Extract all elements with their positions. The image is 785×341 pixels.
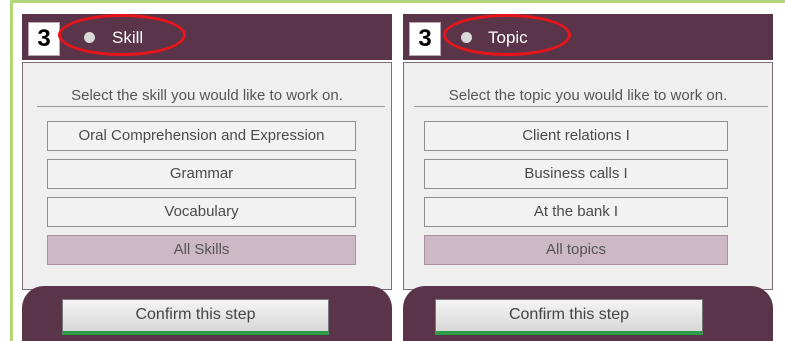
option-grammar-button[interactable]: Grammar — [47, 159, 356, 189]
option-all-skills-button[interactable]: All Skills — [47, 235, 356, 265]
option-all-topics-button[interactable]: All topics — [424, 235, 728, 265]
option-vocabulary-button[interactable]: Vocabulary — [47, 197, 356, 227]
prompt-divider — [37, 106, 385, 107]
topic-prompt: Select the topic you would like to work … — [448, 87, 728, 104]
option-oral-comprehension-button[interactable]: Oral Comprehension and Expression — [47, 121, 356, 151]
option-client-relations-button[interactable]: Client relations I — [424, 121, 728, 151]
step-number: 3 — [409, 22, 441, 56]
option-business-calls-button[interactable]: Business calls I — [424, 159, 728, 189]
option-at-the-bank-button[interactable]: At the bank I — [424, 197, 728, 227]
skill-panel: 3 Skill Select the skill you would like … — [22, 14, 392, 341]
highlight-ring — [58, 14, 186, 56]
frame-left-border — [10, 0, 13, 341]
skill-panel-footer: Confirm this step — [22, 286, 392, 341]
skill-prompt: Select the skill you would like to work … — [71, 87, 343, 104]
step-number: 3 — [28, 22, 60, 56]
highlight-ring — [443, 14, 571, 56]
topic-panel: 3 Topic Select the topic you would like … — [403, 14, 773, 341]
topic-options-box: Select the topic you would like to work … — [403, 62, 773, 290]
confirm-topic-button[interactable]: Confirm this step — [435, 299, 703, 335]
skill-options-box: Select the skill you would like to work … — [22, 62, 392, 290]
topic-panel-footer: Confirm this step — [403, 286, 773, 341]
prompt-divider — [414, 106, 768, 107]
frame-top-border — [10, 0, 785, 3]
confirm-skill-button[interactable]: Confirm this step — [62, 299, 329, 335]
